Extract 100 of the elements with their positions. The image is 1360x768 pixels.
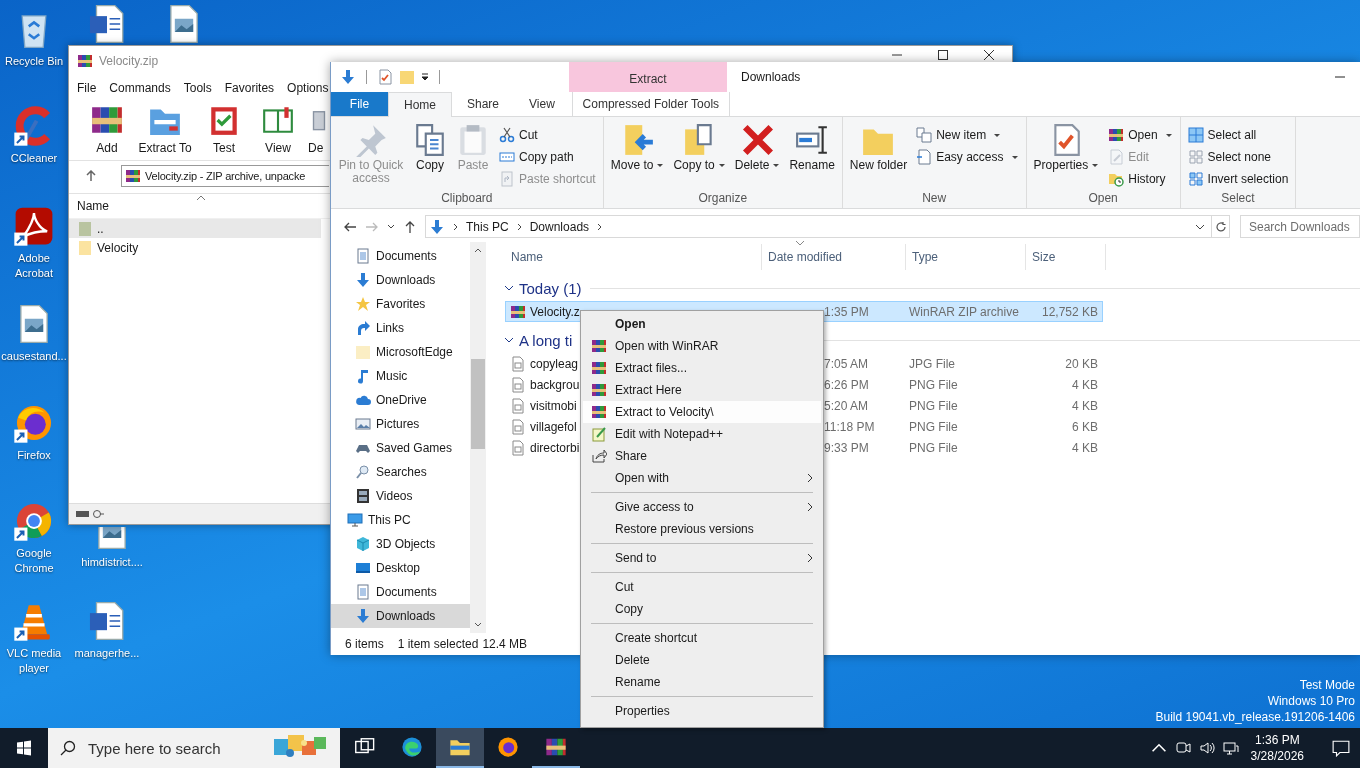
menu-item[interactable]: Send to xyxy=(583,547,821,569)
scroll-down-icon[interactable] xyxy=(474,622,482,627)
column-header[interactable]: Name xyxy=(77,199,109,213)
menu-item[interactable]: Open with xyxy=(583,467,821,489)
search-field[interactable]: Search Downloads xyxy=(1240,215,1360,238)
menu-item[interactable]: Extract to Velocity\ xyxy=(583,401,821,423)
camera-icon[interactable] xyxy=(1174,740,1191,756)
menu-item[interactable]: Delete xyxy=(583,649,821,671)
refresh-button[interactable] xyxy=(1212,215,1230,238)
menu-item[interactable]: Extract Here xyxy=(583,379,821,401)
column-header[interactable]: Name xyxy=(505,244,762,270)
desktop-icon-label[interactable]: VLC media player xyxy=(1,646,67,676)
ribbon-button[interactable]: New item xyxy=(913,124,1022,146)
down-arrow-icon[interactable] xyxy=(340,69,356,85)
menu-item[interactable]: Tools xyxy=(183,81,212,95)
menu-item[interactable]: Create shortcut xyxy=(583,627,821,649)
path-field[interactable]: Velocity.zip - ZIP archive, unpacke xyxy=(121,165,329,187)
breadcrumb-item[interactable]: Downloads xyxy=(529,219,590,234)
speaker-icon[interactable] xyxy=(1198,740,1215,756)
menu-item[interactable]: Favorites xyxy=(224,81,275,95)
desktop-icon-label[interactable]: Google Chrome xyxy=(1,546,67,576)
file-name-cell[interactable]: villagefol xyxy=(506,418,577,435)
nav-item[interactable]: Documents xyxy=(331,244,470,268)
menu-item[interactable]: File xyxy=(77,81,97,95)
nav-item[interactable]: Pictures xyxy=(331,412,470,436)
nav-item[interactable]: Saved Games xyxy=(331,436,470,460)
ribbon-button[interactable]: Invert selection xyxy=(1184,168,1292,190)
menu-item[interactable]: Commands xyxy=(109,81,171,95)
breadcrumb-item[interactable]: This PC xyxy=(466,219,509,234)
group-header[interactable]: Today (1) xyxy=(519,279,590,297)
desktop-icon-label[interactable]: himdistrict.... xyxy=(81,555,143,570)
file-name-cell[interactable]: visitmobi xyxy=(506,397,577,414)
up-arrow-icon[interactable] xyxy=(403,219,417,234)
ribbon-button[interactable]: Properties xyxy=(1030,121,1103,191)
notification-icon[interactable] xyxy=(1332,739,1350,757)
search-field[interactable]: Type here to search xyxy=(48,728,340,768)
menu-item[interactable]: Give access to xyxy=(583,496,821,518)
column-header[interactable]: Size xyxy=(1026,244,1106,270)
ribbon-button[interactable]: New folder xyxy=(846,121,911,191)
toolbar-button[interactable]: De xyxy=(304,103,330,155)
nav-item[interactable]: Searches xyxy=(331,460,470,484)
scrollbar-thumb[interactable] xyxy=(471,359,485,449)
menu-item[interactable]: Share xyxy=(583,445,821,467)
ribbon-tab[interactable]: Share xyxy=(452,92,515,116)
nav-item[interactable]: OneDrive xyxy=(331,388,470,412)
pdf-app-icon[interactable] xyxy=(13,205,55,247)
desktop-icon-label[interactable]: Adobe Acrobat xyxy=(1,251,67,281)
desktop-icon-label[interactable]: CCleaner xyxy=(10,151,58,166)
ribbon-button[interactable]: Copy xyxy=(410,121,450,191)
desktop-icon-label[interactable]: Firefox xyxy=(17,448,51,463)
menu-item[interactable]: Edit with Notepad++ xyxy=(583,423,821,445)
ribbon-tab[interactable]: File xyxy=(331,92,388,116)
address-bar[interactable]: This PC Downloads xyxy=(425,215,1212,238)
menu-item[interactable]: Rename xyxy=(583,671,821,693)
desktop-icon-label[interactable]: causestand... xyxy=(1,349,67,364)
menu-item[interactable]: Open xyxy=(583,313,821,335)
ribbon-button[interactable]: Rename xyxy=(786,121,838,191)
nav-item[interactable]: Desktop xyxy=(331,556,470,580)
menu-item[interactable]: Restore previous versions xyxy=(583,518,821,540)
desktop-icon-label[interactable]: Recycle Bin xyxy=(4,54,64,69)
ribbon-button[interactable]: Open xyxy=(1105,124,1176,146)
ribbon-button[interactable]: Delete xyxy=(731,121,784,191)
nav-item[interactable]: Favorites xyxy=(331,292,470,316)
file-name-cell[interactable]: directorbi xyxy=(506,439,580,456)
toolbar-button[interactable]: View xyxy=(252,103,304,155)
menu-item[interactable]: Open with WinRAR xyxy=(583,335,821,357)
file-row[interactable]: .. xyxy=(69,219,321,238)
nav-item[interactable]: Links xyxy=(331,316,470,340)
chevron-down-icon[interactable] xyxy=(387,224,395,229)
ribbon-button[interactable]: Copy path xyxy=(496,146,599,168)
column-header[interactable]: Date modified xyxy=(762,244,906,270)
up-arrow-icon[interactable] xyxy=(85,170,97,182)
file-name-cell[interactable]: Velocity.z xyxy=(506,303,580,320)
scroll-up-icon[interactable] xyxy=(474,248,482,253)
menu-item[interactable]: Extract files... xyxy=(583,357,821,379)
scrollbar[interactable] xyxy=(470,242,486,633)
menu-item[interactable]: Copy xyxy=(583,598,821,620)
chevron-icon[interactable] xyxy=(504,284,514,292)
nav-item[interactable]: This PC xyxy=(331,508,470,532)
network-icon[interactable] xyxy=(1222,740,1239,756)
menu-item[interactable]: Options xyxy=(287,81,329,95)
file-name-cell[interactable]: backgrou xyxy=(506,376,580,393)
properties-icon[interactable] xyxy=(377,69,393,85)
file-name-cell[interactable]: copyleag xyxy=(506,355,579,372)
dropdown-icon[interactable] xyxy=(421,73,429,81)
ribbon-button[interactable]: Move to xyxy=(607,121,668,191)
menu-item[interactable]: Cut xyxy=(583,576,821,598)
file-row[interactable]: Velocity xyxy=(69,238,321,257)
nav-item[interactable]: MicrosoftEdge xyxy=(331,340,470,364)
menu-item[interactable]: Properties xyxy=(583,700,821,722)
chevron-down-icon[interactable] xyxy=(1195,223,1205,230)
toolbar-button[interactable]: Add xyxy=(80,103,134,155)
nav-item[interactable]: Downloads xyxy=(331,268,470,292)
toolbar-button[interactable]: Extract To xyxy=(134,103,196,155)
toolbar-button[interactable]: Test xyxy=(196,103,252,155)
taskbar-button[interactable] xyxy=(436,728,484,768)
clock-date[interactable]: 3/28/2026 xyxy=(1250,748,1304,764)
ribbon-button[interactable]: Select all xyxy=(1184,124,1292,146)
clock-time[interactable]: 1:36 PM xyxy=(1254,732,1300,748)
group-header[interactable]: A long ti xyxy=(519,331,581,349)
